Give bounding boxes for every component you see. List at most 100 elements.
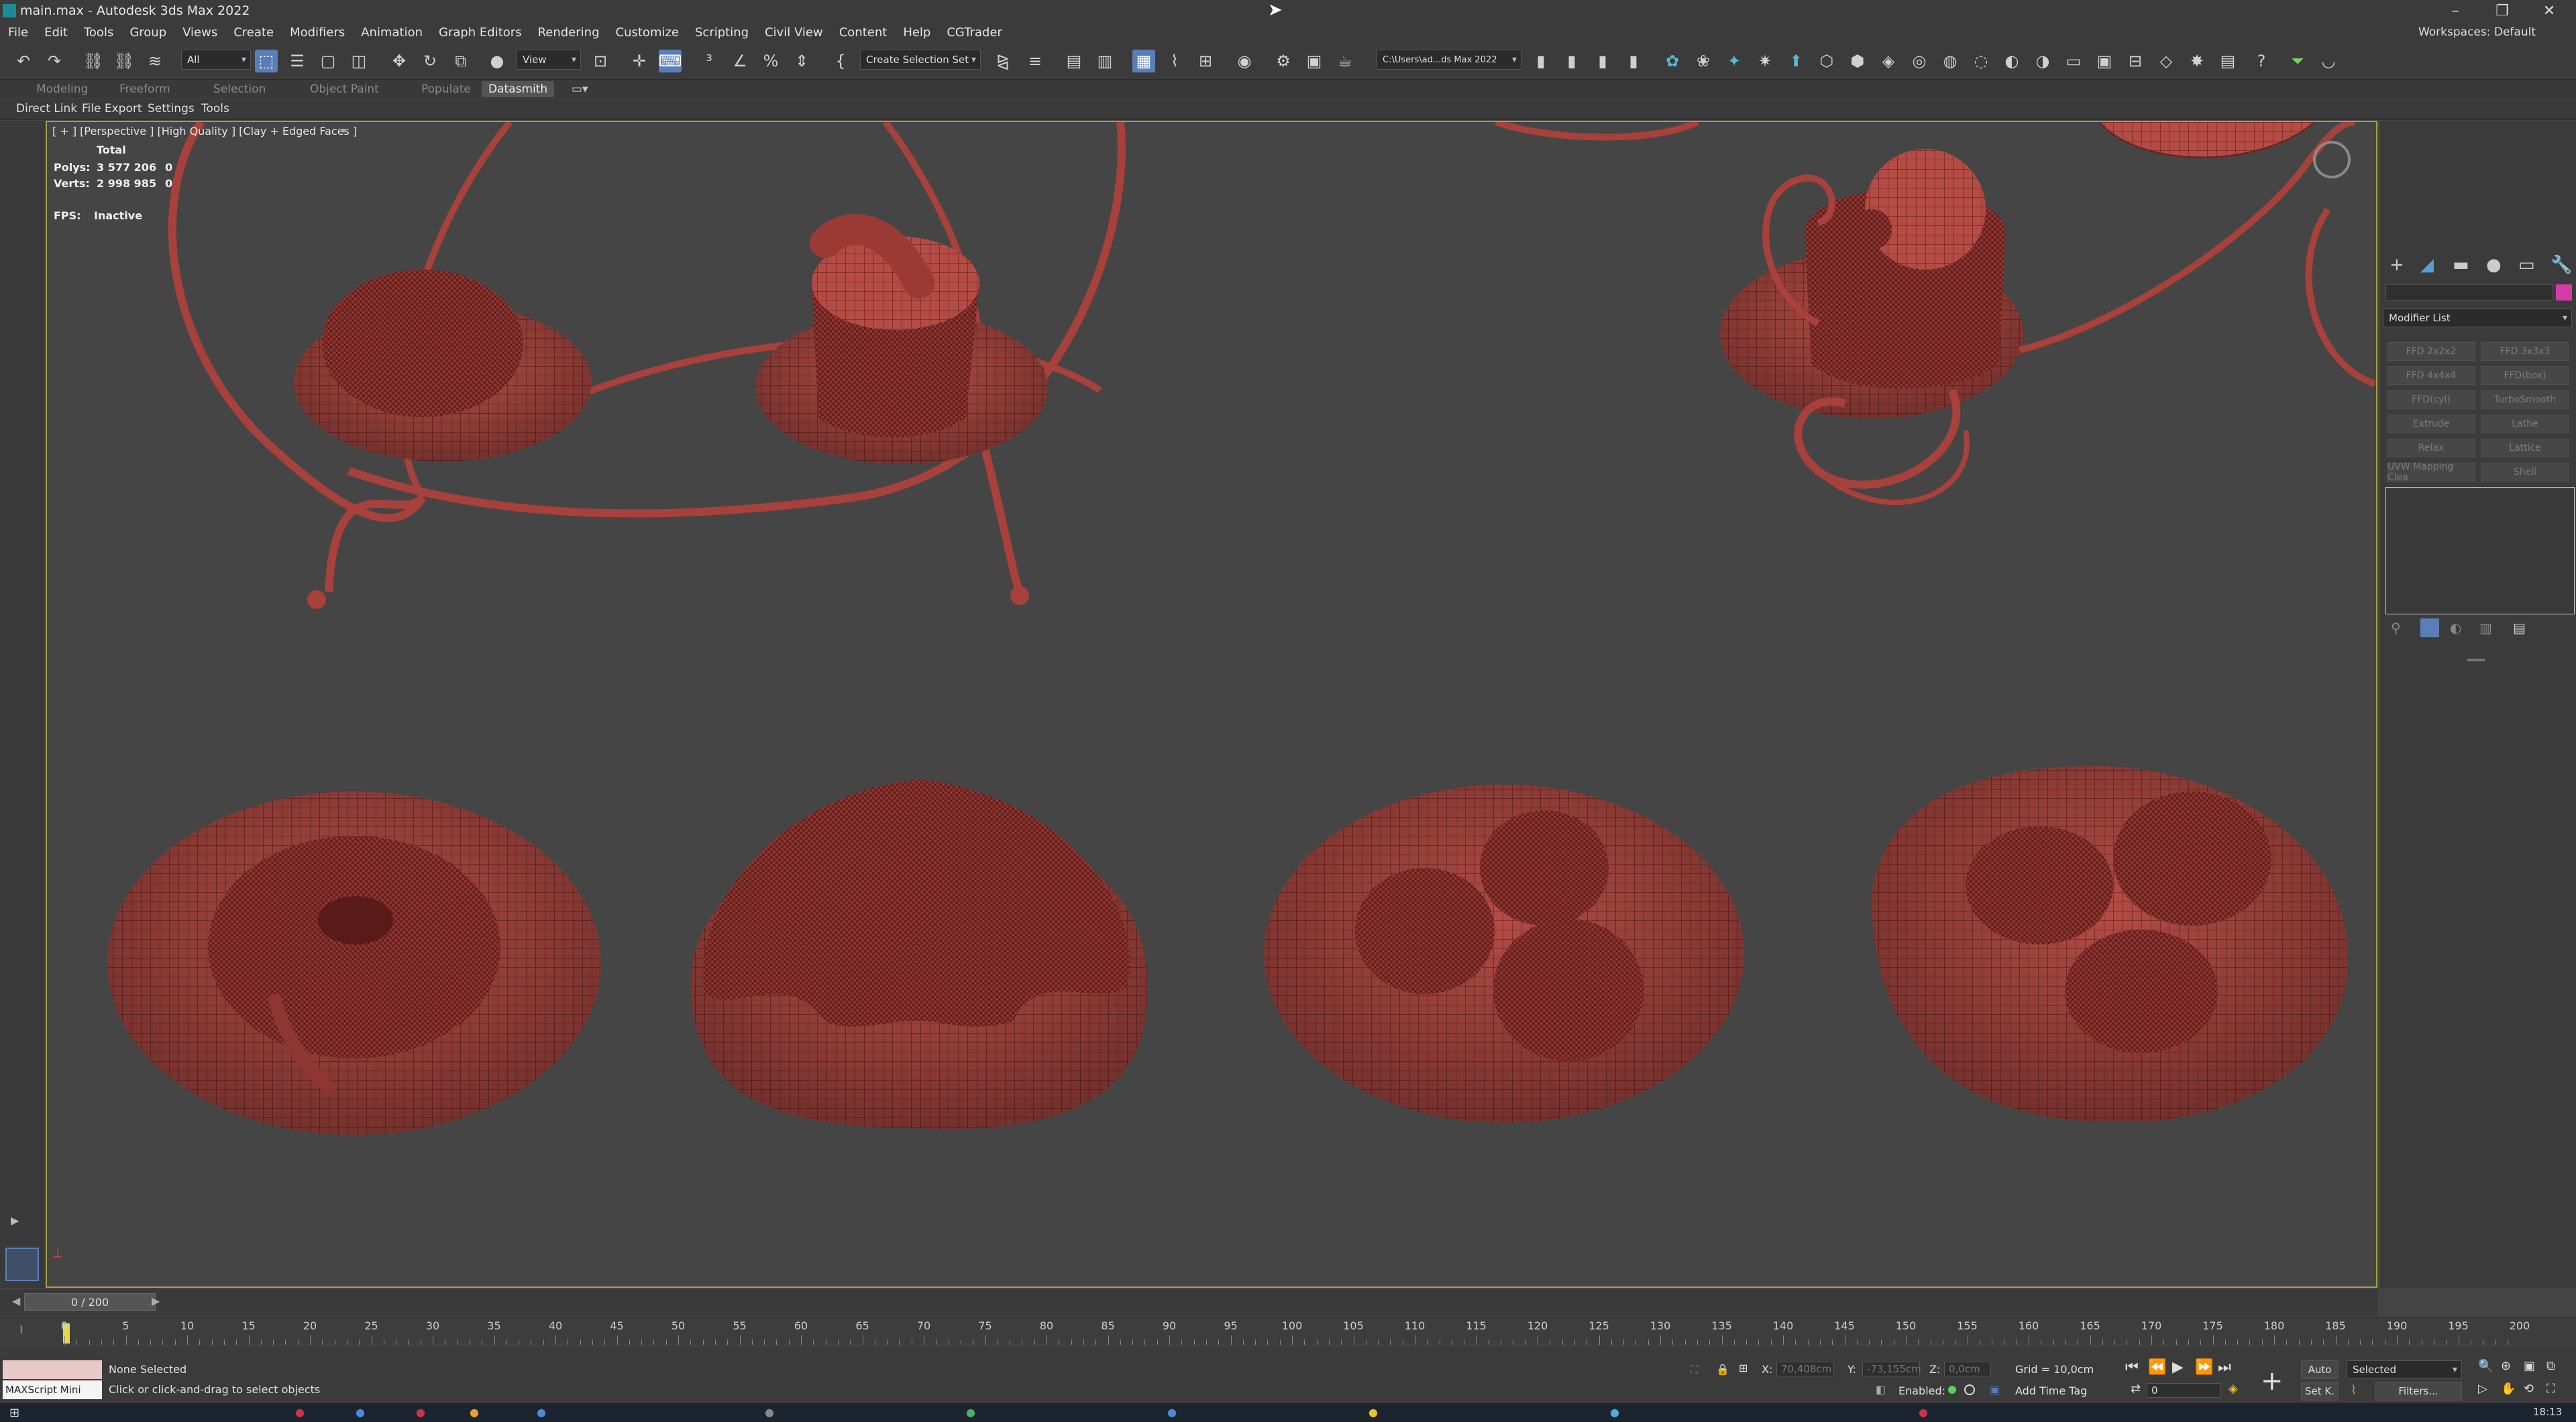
tab-selection[interactable]: Selection xyxy=(213,83,266,96)
plugin-icon-3[interactable]: ✦ xyxy=(1723,50,1746,72)
material-editor-icon[interactable]: ◉ xyxy=(1233,50,1256,72)
help-icon[interactable]: ? xyxy=(2250,50,2273,72)
project-icon-2[interactable]: ▮ xyxy=(1560,50,1583,72)
menu-civil-view[interactable]: Civil View xyxy=(757,25,831,40)
isolate-selection-icon[interactable]: ⛶ xyxy=(1690,1363,1698,1376)
unlink-icon[interactable]: ⛓ xyxy=(113,50,136,72)
menu-file[interactable]: File xyxy=(0,25,36,40)
tab-freeform[interactable]: Freeform xyxy=(119,83,170,96)
perspective-viewport[interactable]: ⟂ xyxy=(46,121,2377,1288)
auto-key-button[interactable]: Auto xyxy=(2301,1360,2339,1379)
goto-start-icon[interactable]: ⏮ xyxy=(2125,1359,2139,1376)
show-end-result-icon[interactable] xyxy=(2420,618,2439,637)
previous-frame-icon[interactable]: ⏪ xyxy=(2148,1359,2166,1376)
modifier-lathe[interactable]: Lathe xyxy=(2481,415,2569,433)
menu-tools[interactable]: Tools xyxy=(76,25,121,40)
timeline-ruler[interactable]: ⌇ 0 5 10 15 20 25 30 35 40 45 50 55 60 65 70 75 80 85 90 95… xyxy=(0,1317,2576,1345)
ribbon-options-icon[interactable]: ▭▾ xyxy=(572,83,588,96)
tab-object-paint[interactable]: Object Paint xyxy=(310,83,379,96)
undo-icon[interactable]: ↶ xyxy=(12,50,35,72)
button-tools[interactable]: Tools xyxy=(201,102,229,115)
taskbar-app-icon-10[interactable]: ● xyxy=(1610,1406,1619,1419)
time-slider-track[interactable]: ◀ 0 / 200 ▶ xyxy=(0,1289,2377,1316)
plugin-icon-15[interactable]: ▣ xyxy=(2093,50,2116,72)
plugin-icon-18[interactable]: ✸ xyxy=(2186,50,2208,72)
current-frame-field[interactable]: 0 xyxy=(2147,1383,2220,1398)
modifier-ffd-cyl[interactable]: FFD(cyl) xyxy=(2387,390,2475,409)
toggle-icon-1[interactable]: ⏷ xyxy=(2286,50,2309,72)
configure-modifier-sets-icon[interactable]: ▤ xyxy=(2513,620,2526,636)
percent-snap-icon[interactable]: % xyxy=(759,50,782,72)
menu-animation[interactable]: Animation xyxy=(353,25,431,40)
layer-explorer-icon[interactable]: ▥ xyxy=(1093,50,1116,72)
toggle-icon-2[interactable]: ◡ xyxy=(2317,50,2340,72)
schematic-view-icon[interactable]: ⊞ xyxy=(1194,50,1217,72)
select-object-icon[interactable]: ⬚ xyxy=(255,50,278,72)
pivot-center-icon[interactable]: ⊡ xyxy=(589,50,612,72)
plugin-icon-7[interactable]: ⬢ xyxy=(1846,50,1869,72)
taskbar-app-icon-3[interactable]: ● xyxy=(416,1406,425,1419)
menu-edit[interactable]: Edit xyxy=(36,25,76,40)
plugin-icon-12[interactable]: ◐ xyxy=(2000,50,2023,72)
plugin-icon-17[interactable]: ◇ xyxy=(2155,50,2178,72)
x-coordinate-field[interactable]: 70,408cm xyxy=(1776,1362,1834,1376)
field-of-view-icon[interactable]: ▷ xyxy=(2478,1382,2487,1396)
zoom-all-icon[interactable]: ⊕ xyxy=(2501,1359,2511,1373)
select-manipulate-icon[interactable]: ✛ xyxy=(628,50,651,72)
plugin-icon-11[interactable]: ◌ xyxy=(1970,50,1992,72)
restore-icon[interactable]: ❐ xyxy=(2482,0,2522,21)
taskbar-app-icon-2[interactable]: ● xyxy=(356,1406,365,1419)
render-setup-icon[interactable]: ⚙ xyxy=(1272,50,1295,72)
project-icon-3[interactable]: ▮ xyxy=(1591,50,1614,72)
object-name-field[interactable] xyxy=(2385,284,2553,300)
scene-explorer-icon[interactable]: ▤ xyxy=(1063,50,1085,72)
close-icon[interactable]: ✕ xyxy=(2529,0,2569,21)
move-icon[interactable]: ✥ xyxy=(388,50,411,72)
pin-stack-icon[interactable]: ⚲ xyxy=(2391,620,2401,636)
modifier-extrude[interactable]: Extrude xyxy=(2387,415,2475,433)
taskbar-app-icon-7[interactable]: ● xyxy=(966,1406,975,1419)
modifier-ffd-4x4x4[interactable]: FFD 4x4x4 xyxy=(2387,366,2475,385)
taskbar-app-icon-9[interactable]: ● xyxy=(1368,1406,1378,1419)
snaps-toggle-icon[interactable]: ³ xyxy=(698,50,720,72)
pan-view-icon[interactable]: ✋ xyxy=(2501,1382,2516,1396)
button-file-export[interactable]: File Export xyxy=(82,102,142,115)
key-tangent-icon[interactable]: ⌇ xyxy=(2351,1383,2357,1397)
display-tab-icon[interactable]: ▭ xyxy=(2518,255,2535,275)
menu-views[interactable]: Views xyxy=(174,25,225,40)
plugin-icon-6[interactable]: ⬡ xyxy=(1815,50,1838,72)
keyboard-shortcut-override-icon[interactable]: ⌨ xyxy=(659,50,682,72)
modifier-ffd-box[interactable]: FFD(box) xyxy=(2481,366,2569,385)
object-color-swatch[interactable] xyxy=(2556,284,2572,300)
modifier-relax[interactable]: Relax xyxy=(2387,439,2475,457)
z-coordinate-field[interactable]: 0,0cm xyxy=(1944,1362,1991,1376)
tab-populate[interactable]: Populate xyxy=(421,83,471,96)
menu-modifiers[interactable]: Modifiers xyxy=(282,25,353,40)
time-prev-arrow-icon[interactable]: ◀ xyxy=(12,1295,20,1307)
spinner-snap-icon[interactable]: ⇕ xyxy=(790,50,813,72)
time-config-icon[interactable]: ⇄ xyxy=(2131,1382,2141,1396)
viewport-label[interactable]: [ + ] [Perspective ] [High Quality ] [Cl… xyxy=(52,125,357,138)
y-coordinate-field[interactable]: -73,155cm xyxy=(1862,1362,1921,1376)
next-frame-icon[interactable]: ⏩ xyxy=(2195,1359,2213,1376)
selection-lock-icon[interactable]: 🔒 xyxy=(1716,1363,1729,1376)
motion-tab-icon[interactable]: ● xyxy=(2486,255,2502,275)
menu-create[interactable]: Create xyxy=(225,25,282,40)
menu-customize[interactable]: Customize xyxy=(608,25,687,40)
taskbar-app-icon-4[interactable]: ● xyxy=(470,1406,479,1419)
plugin-icon-9[interactable]: ◎ xyxy=(1908,50,1931,72)
edit-named-selection-icon[interactable]: { xyxy=(829,50,852,72)
modify-tab-icon[interactable]: ◢ xyxy=(2420,255,2434,275)
set-key-big-icon[interactable]: + xyxy=(2261,1366,2284,1397)
modifier-ffd-2x2x2[interactable]: FFD 2x2x2 xyxy=(2387,342,2475,361)
link-icon[interactable]: ⛓ xyxy=(82,50,105,72)
taskbar-app-icon-1[interactable]: ● xyxy=(295,1406,305,1419)
modifier-turbosmooth[interactable]: TurboSmooth xyxy=(2481,390,2569,409)
zoom-extents-all-icon[interactable]: ⧉ xyxy=(2546,1359,2555,1373)
menu-rendering[interactable]: Rendering xyxy=(530,25,608,40)
time-slider-thumb[interactable]: 0 / 200 xyxy=(24,1293,156,1311)
maxscript-listener-field[interactable] xyxy=(3,1360,102,1379)
rect-selection-icon[interactable]: ▢ xyxy=(317,50,339,72)
project-icon-4[interactable]: ▮ xyxy=(1622,50,1645,72)
minimize-icon[interactable]: – xyxy=(2435,0,2475,21)
